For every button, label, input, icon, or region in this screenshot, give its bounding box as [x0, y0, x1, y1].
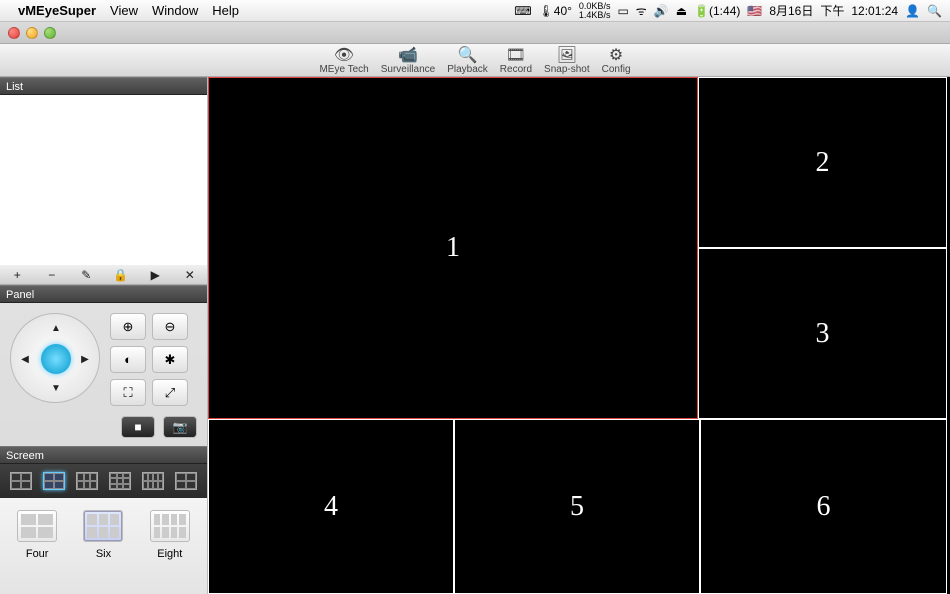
layout-label: Six: [96, 548, 111, 560]
toolbar-record[interactable]: 🎞Record: [500, 46, 532, 76]
toolbar-snapshot[interactable]: 🖼Snap-shot: [544, 46, 590, 76]
ptz-center[interactable]: [41, 344, 71, 374]
app-window: 👁MEye Tech 📹Surveillance 🔍Playback 🎞Reco…: [0, 22, 950, 594]
grid-9-icon[interactable]: [109, 472, 131, 490]
snapshot-icon: 🖼: [557, 46, 577, 64]
video-cell-5[interactable]: 5: [454, 419, 700, 594]
toolbar-config[interactable]: ⚙Config: [602, 46, 631, 76]
user-icon[interactable]: 👤: [905, 4, 920, 18]
app-menu[interactable]: vMEyeSuper: [18, 3, 96, 18]
record-toggle[interactable]: ■: [121, 416, 155, 438]
temp-indicator: 🌡40°: [539, 4, 572, 18]
gear-icon: ⚙: [606, 46, 626, 64]
window-titlebar: [0, 22, 950, 44]
iris-close-button[interactable]: ✱: [152, 346, 188, 373]
sidebar: List + − ✎ 🔒 ▶ ✕ Panel ▲ ▼ ◀ ▶: [0, 77, 208, 594]
input-method-icon[interactable]: ⌨: [514, 4, 531, 18]
volume-icon[interactable]: 🔊: [654, 4, 669, 18]
spotlight-icon[interactable]: 🔍: [927, 4, 942, 18]
eject-icon[interactable]: ⏏: [676, 4, 687, 18]
eye-icon: 👁: [334, 46, 354, 64]
network-speed: 0.0KB/s1.4KB/s: [579, 2, 611, 20]
layout-label: Four: [26, 548, 49, 560]
video-cell-1[interactable]: 1: [208, 77, 698, 419]
add-button[interactable]: +: [7, 268, 27, 282]
flag-icon[interactable]: 🇺🇸: [747, 4, 762, 18]
layout-eight[interactable]: Eight: [150, 510, 190, 582]
close-button[interactable]: [8, 27, 20, 39]
video-cell-3[interactable]: 3: [698, 248, 947, 419]
play-button[interactable]: ▶: [145, 268, 165, 282]
remove-button[interactable]: −: [42, 268, 62, 282]
grid-6-icon[interactable]: [76, 472, 98, 490]
minimize-button[interactable]: [26, 27, 38, 39]
focus-near-button[interactable]: ⛶: [110, 379, 146, 406]
edit-button[interactable]: ✎: [76, 268, 96, 282]
grid-8-icon[interactable]: [142, 472, 164, 490]
toolbar-surveillance[interactable]: 📹Surveillance: [381, 46, 435, 76]
layout-four[interactable]: Four: [17, 510, 57, 582]
layout-six[interactable]: Six: [83, 510, 123, 582]
focus-far-button[interactable]: ⤢: [152, 379, 188, 406]
list-toolbar: + − ✎ 🔒 ▶ ✕: [0, 265, 207, 285]
playback-icon: 🔍: [458, 46, 478, 64]
daypart-text: 下午: [820, 2, 844, 19]
ptz-right[interactable]: ▶: [75, 349, 95, 369]
video-cell-6[interactable]: 6: [700, 419, 947, 594]
screen-header: Screem: [0, 446, 207, 464]
lock-button[interactable]: 🔒: [111, 268, 131, 282]
grid-4b-icon[interactable]: [43, 472, 65, 490]
menu-window[interactable]: Window: [152, 3, 198, 18]
snapshot-button[interactable]: 📷: [163, 416, 197, 438]
mac-menubar: vMEyeSuper View Window Help ⌨ 🌡40° 0.0KB…: [0, 0, 950, 22]
zoom-out-button[interactable]: ⊖: [152, 313, 188, 340]
wifi-icon[interactable]: ᯤ: [636, 2, 647, 19]
layout-label: Eight: [157, 548, 182, 560]
ptz-left[interactable]: ◀: [15, 349, 35, 369]
ptz-up[interactable]: ▲: [46, 318, 66, 338]
iris-open-button[interactable]: ◐: [110, 346, 146, 373]
zoom-in-button[interactable]: ⊕: [110, 313, 146, 340]
menu-view[interactable]: View: [110, 3, 138, 18]
tray-icon[interactable]: ▭: [617, 4, 628, 18]
time-text: 12:01:24: [851, 4, 898, 18]
video-cell-2[interactable]: 2: [698, 77, 947, 248]
zoom-button[interactable]: [44, 27, 56, 39]
menu-help[interactable]: Help: [212, 3, 239, 18]
video-grid: 1 2 3 4 5 6: [208, 77, 950, 594]
ptz-down[interactable]: ▼: [46, 378, 66, 398]
ptz-dpad: ▲ ▼ ◀ ▶: [10, 313, 100, 403]
panel-header: Panel: [0, 285, 207, 303]
grid-4-icon[interactable]: [10, 472, 32, 490]
battery-indicator[interactable]: 🔋(1:44): [694, 4, 740, 18]
device-list[interactable]: [0, 95, 207, 265]
toolbar-meyetech[interactable]: 👁MEye Tech: [319, 46, 368, 76]
main-toolbar: 👁MEye Tech 📹Surveillance 🔍Playback 🎞Reco…: [0, 44, 950, 77]
grid-pip-icon[interactable]: [175, 472, 197, 490]
toolbar-playback[interactable]: 🔍Playback: [447, 46, 488, 76]
list-header: List: [0, 77, 207, 95]
camera-icon: 📹: [398, 46, 418, 64]
date-text: 8月16日: [769, 2, 813, 19]
video-cell-4[interactable]: 4: [208, 419, 454, 594]
close-item-button[interactable]: ✕: [180, 268, 200, 282]
record-icon: 🎞: [506, 46, 526, 64]
